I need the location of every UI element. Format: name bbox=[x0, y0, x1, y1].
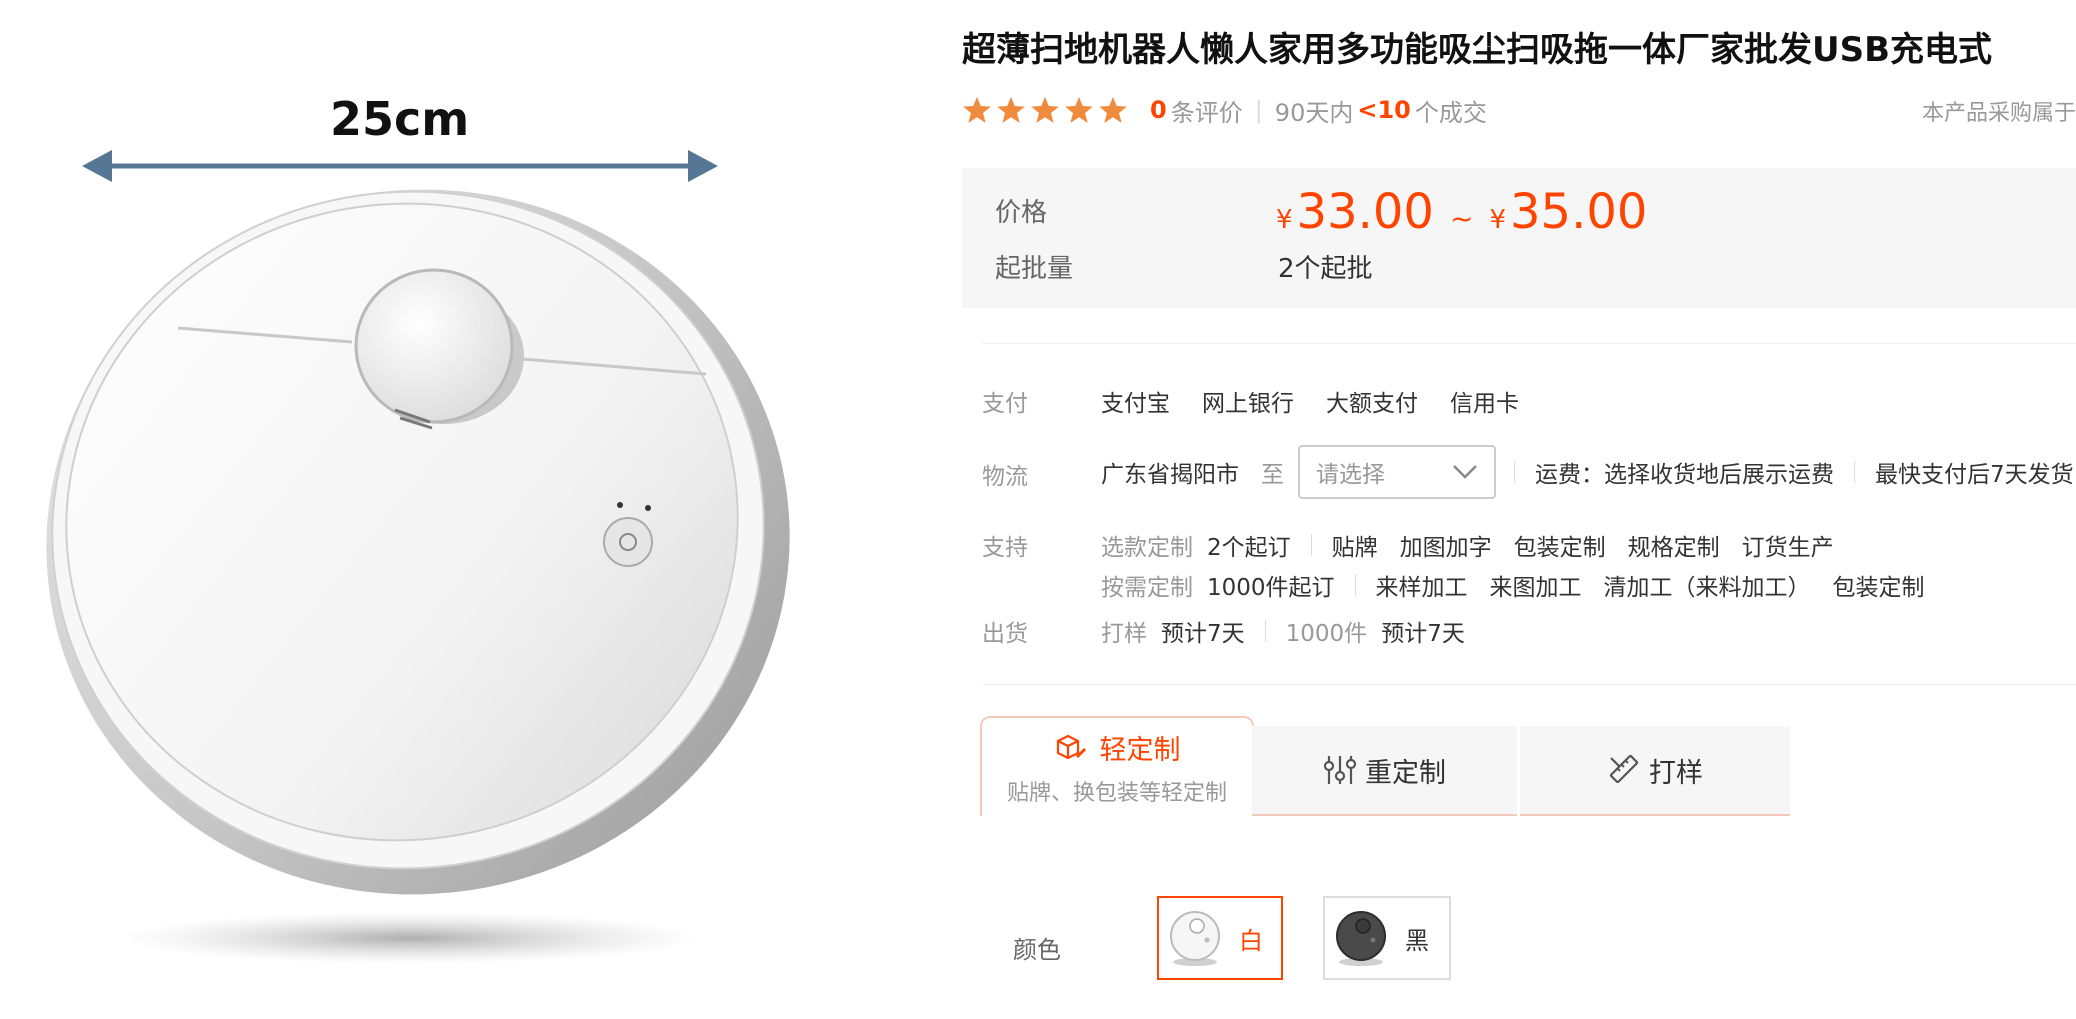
tab-heavy-label: 重定制 bbox=[1365, 757, 1446, 789]
payment-method: 网上银行 bbox=[1202, 391, 1294, 417]
currency-symbol: ¥ bbox=[1276, 205, 1293, 235]
bulk-time: 预计7天 bbox=[1381, 621, 1465, 647]
color-label: 颜色 bbox=[1013, 936, 1061, 964]
moq-label: 起批量 bbox=[995, 254, 1074, 284]
support-item: 规格定制 bbox=[1627, 535, 1720, 561]
dimension-arrow bbox=[82, 150, 718, 182]
black-robot-thumbnail bbox=[1336, 911, 1386, 966]
support-item: 贴牌 bbox=[1331, 535, 1378, 561]
to-label: 至 bbox=[1261, 462, 1284, 488]
moq-value: 2个起批 bbox=[1278, 254, 1373, 284]
sample-label: 打样 bbox=[1101, 621, 1147, 647]
robot-vacuum-illustration bbox=[46, 150, 790, 964]
support-label: 支持 bbox=[982, 535, 1028, 561]
star-icon bbox=[1065, 96, 1093, 123]
destination-select[interactable]: 请选择 bbox=[1298, 445, 1496, 499]
delivery-time: 最快支付后7天发货 bbox=[1875, 462, 2074, 488]
logistics-row: 广东省揭阳市 至 请选择 运费：选择收货地后展示运费 最快支付后7天发货 bbox=[1101, 444, 2074, 500]
support-item: 来图加工 bbox=[1489, 575, 1582, 601]
tab-light-subtitle: 贴牌、换包装等轻定制 bbox=[1006, 780, 1227, 806]
rating-row: 0 条评价 | 90天内 <10 个成交 bbox=[962, 90, 1487, 130]
customization-moq: 1000件起订 bbox=[1207, 575, 1335, 601]
bulk-label: 1000件 bbox=[1285, 621, 1368, 647]
product-title: 超薄扫地机器人懒人家用多功能吸尘扫吸拖一体厂家批发USB充电式 bbox=[962, 30, 1993, 70]
color-option-black[interactable]: 黑 bbox=[1323, 896, 1451, 980]
star-icon bbox=[963, 96, 991, 123]
support-item: 订货生产 bbox=[1741, 535, 1834, 561]
payment-method: 支付宝 bbox=[1101, 391, 1170, 417]
tab-light-label: 轻定制 bbox=[1099, 734, 1181, 766]
freight-info: 运费：选择收货地后展示运费 bbox=[1535, 462, 1834, 488]
rating-stars bbox=[962, 95, 1132, 125]
divider bbox=[982, 684, 2076, 685]
destination-placeholder: 请选择 bbox=[1316, 462, 1385, 488]
tab-light-customization[interactable]: 轻定制 贴牌、换包装等轻定制 bbox=[980, 716, 1254, 816]
shipping-label: 出货 bbox=[982, 621, 1028, 647]
color-option-label: 白 bbox=[1239, 926, 1263, 955]
review-count[interactable]: 0 bbox=[1150, 96, 1167, 124]
deals-suffix: 个成交 bbox=[1414, 98, 1487, 127]
support-row-1: 选款定制 2个起订 贴牌 加图加字 包装定制 规格定制 订货生产 bbox=[1101, 528, 1834, 562]
price-min: 33.00 bbox=[1296, 184, 1434, 240]
payment-label: 支付 bbox=[982, 391, 1028, 417]
tab-heavy-customization[interactable]: 重定制 bbox=[1252, 726, 1517, 816]
star-icon bbox=[997, 96, 1025, 123]
review-label[interactable]: 条评价 bbox=[1171, 93, 1243, 128]
shipping-row: 打样 预计7天 1000件 预计7天 bbox=[1101, 614, 1465, 648]
support-item: 加图加字 bbox=[1399, 535, 1492, 561]
star-icon bbox=[1099, 96, 1127, 123]
price-range-separator: ~ bbox=[1449, 202, 1474, 235]
star-icon bbox=[1031, 96, 1059, 123]
currency-symbol: ¥ bbox=[1489, 205, 1506, 235]
customization-moq: 2个起订 bbox=[1207, 535, 1291, 561]
deals-prefix: 90天内 bbox=[1274, 98, 1354, 127]
price-label: 价格 bbox=[995, 198, 1048, 228]
white-robot-thumbnail bbox=[1170, 911, 1220, 966]
customization-type: 按需定制 bbox=[1101, 575, 1193, 601]
ruler-pencil-icon bbox=[1609, 754, 1639, 784]
color-option-white[interactable]: 白 bbox=[1157, 896, 1283, 980]
support-item: 包装定制 bbox=[1832, 575, 1925, 601]
chevron-down-icon bbox=[1453, 465, 1477, 479]
support-item: 包装定制 bbox=[1513, 535, 1606, 561]
support-row-2: 按需定制 1000件起订 来样加工 来图加工 清加工（来料加工） 包装定制 bbox=[1101, 568, 1925, 602]
deals-count: <10 bbox=[1357, 96, 1411, 124]
support-item: 清加工（来料加工） bbox=[1603, 575, 1811, 601]
payment-method: 信用卡 bbox=[1450, 391, 1519, 417]
tab-sample[interactable]: 打样 bbox=[1520, 726, 1790, 816]
sliders-icon bbox=[1323, 756, 1357, 784]
customization-type: 选款定制 bbox=[1101, 535, 1193, 561]
support-item: 来样加工 bbox=[1375, 575, 1468, 601]
payment-method: 大额支付 bbox=[1326, 391, 1418, 417]
price-max: 35.00 bbox=[1509, 184, 1648, 240]
divider bbox=[982, 343, 2076, 344]
origin-location: 广东省揭阳市 bbox=[1101, 462, 1239, 488]
product-image: 25cm bbox=[0, 0, 900, 1019]
payment-methods: 支付宝 网上银行 大额支付 信用卡 bbox=[1101, 384, 1519, 418]
color-option-label: 黑 bbox=[1405, 926, 1429, 955]
tab-sample-label: 打样 bbox=[1649, 757, 1703, 789]
price-range: ¥ 33.00 ~ ¥ 35.00 bbox=[1276, 184, 1647, 240]
purchase-notice: 本产品采购属于 bbox=[1921, 101, 2076, 126]
dimension-label: 25cm bbox=[330, 92, 470, 146]
divider: | bbox=[1254, 96, 1263, 124]
sample-time: 预计7天 bbox=[1161, 621, 1245, 647]
logistics-label: 物流 bbox=[982, 464, 1028, 490]
box-pen-icon bbox=[1056, 734, 1086, 760]
